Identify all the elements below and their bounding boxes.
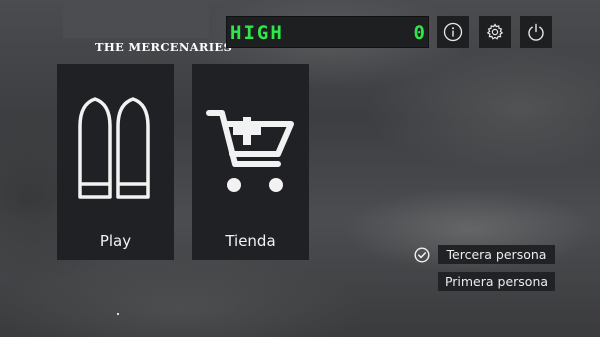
power-button[interactable] [520,16,552,48]
add-to-cart-icon [206,110,294,192]
cursor-dot [117,313,119,315]
shop-tile[interactable]: Tienda [192,64,309,260]
play-tile[interactable]: Play [57,64,174,260]
check-circle-icon [414,247,430,263]
high-score-panel: HIGH 0 [226,16,429,48]
info-icon [443,22,463,42]
bullets-icon [78,97,150,199]
logo-banner [63,0,209,38]
power-icon [528,23,544,41]
game-title: THE MERCENARIES [95,40,233,54]
shop-label: Tienda [225,232,276,250]
first-person-option[interactable]: Primera persona [438,272,555,291]
high-score-value: 0 [413,22,427,44]
high-score-label: HIGH [230,22,284,44]
info-button[interactable] [437,16,469,48]
settings-button[interactable] [479,16,511,48]
gear-icon [486,23,504,40]
third-person-option[interactable]: Tercera persona [438,245,555,264]
play-label: Play [99,232,132,250]
